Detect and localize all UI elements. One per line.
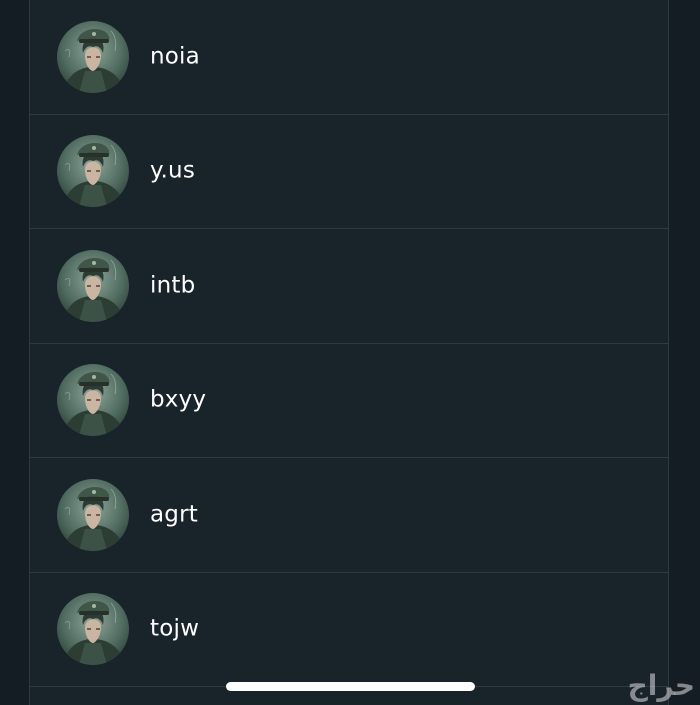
character-avatar-icon bbox=[57, 21, 129, 93]
username-label: intb bbox=[150, 272, 196, 299]
avatar bbox=[57, 250, 129, 322]
home-indicator[interactable] bbox=[226, 682, 475, 691]
character-avatar-icon bbox=[57, 135, 129, 207]
character-avatar-icon bbox=[57, 479, 129, 551]
username-label: tojw bbox=[150, 615, 200, 642]
avatar bbox=[57, 479, 129, 551]
list-item[interactable]: y.us bbox=[30, 115, 668, 229]
watermark-logo: حراج bbox=[627, 669, 695, 702]
account-list: noia y.us intb bxyy agrt tojw bbox=[29, 0, 669, 705]
character-avatar-icon bbox=[57, 364, 129, 436]
username-label: bxyy bbox=[150, 386, 207, 413]
username-label: agrt bbox=[150, 501, 198, 528]
avatar bbox=[57, 593, 129, 665]
avatar bbox=[57, 364, 129, 436]
list-item[interactable]: bxyy bbox=[30, 344, 668, 458]
avatar bbox=[57, 21, 129, 93]
character-avatar-icon bbox=[57, 593, 129, 665]
username-label: y.us bbox=[150, 157, 196, 184]
username-label: noia bbox=[150, 43, 200, 70]
list-item[interactable]: agrt bbox=[30, 458, 668, 573]
list-item[interactable]: noia bbox=[30, 0, 668, 115]
list-item[interactable]: intb bbox=[30, 229, 668, 344]
character-avatar-icon bbox=[57, 250, 129, 322]
avatar bbox=[57, 135, 129, 207]
